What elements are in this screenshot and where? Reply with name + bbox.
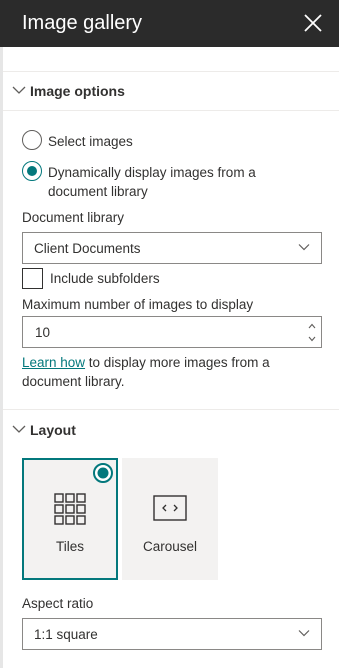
help-text-line1: to display more images from a xyxy=(85,355,270,370)
max-images-stepper[interactable] xyxy=(22,316,322,348)
aspect-ratio-label: Aspect ratio xyxy=(22,596,94,611)
layout-option-carousel-label: Carousel xyxy=(142,539,198,554)
learn-how-link[interactable]: Learn how xyxy=(22,355,85,370)
max-images-input[interactable] xyxy=(23,317,303,347)
chevron-down-icon xyxy=(298,630,310,637)
aspect-ratio-value: 1:1 square xyxy=(34,627,98,642)
panel-title: Image gallery xyxy=(22,12,143,34)
section-image-options-header[interactable]: Image options xyxy=(3,72,339,110)
include-subfolders-checkbox[interactable] xyxy=(22,268,43,289)
document-library-dropdown[interactable]: Client Documents xyxy=(22,232,322,264)
chevron-down-icon xyxy=(12,86,26,94)
layout-option-tiles[interactable]: Tiles xyxy=(22,458,118,580)
document-library-value: Client Documents xyxy=(34,241,141,256)
radio-dynamic-label-line2: document library xyxy=(48,184,148,199)
layout-option-tiles-label: Tiles xyxy=(55,539,84,554)
decrement-arrow-icon[interactable] xyxy=(305,332,319,346)
increment-arrow-icon[interactable] xyxy=(305,319,319,333)
radio-circle-checked[interactable] xyxy=(22,161,42,181)
chevron-down-icon xyxy=(298,244,310,251)
panel-left-border xyxy=(0,47,3,668)
layout-option-carousel[interactable]: Carousel xyxy=(122,458,218,580)
learn-how-help-text: Learn how to display more images from a … xyxy=(22,353,322,391)
include-subfolders-label: Include subfolders xyxy=(50,271,160,286)
radio-select-images-label: Select images xyxy=(48,134,133,149)
close-button[interactable] xyxy=(299,9,327,37)
divider xyxy=(3,110,339,111)
carousel-icon xyxy=(153,495,187,521)
radio-dynamic-label-line1: Dynamically display images from a xyxy=(48,165,256,180)
section-layout-header[interactable]: Layout xyxy=(3,411,339,449)
help-text-line2: document library. xyxy=(22,374,125,389)
aspect-ratio-dropdown[interactable]: 1:1 square xyxy=(22,618,322,650)
max-images-label: Maximum number of images to display xyxy=(22,297,254,312)
chevron-down-icon xyxy=(12,425,26,433)
divider xyxy=(3,409,339,410)
selected-check-icon xyxy=(93,463,113,483)
radio-circle[interactable] xyxy=(22,130,42,150)
document-library-label: Document library xyxy=(22,210,125,225)
tiles-grid-icon xyxy=(54,493,86,525)
close-icon xyxy=(304,14,322,32)
section-image-options-title: Image options xyxy=(30,83,125,99)
section-layout-title: Layout xyxy=(30,422,76,438)
panel-header: Image gallery xyxy=(0,0,339,47)
